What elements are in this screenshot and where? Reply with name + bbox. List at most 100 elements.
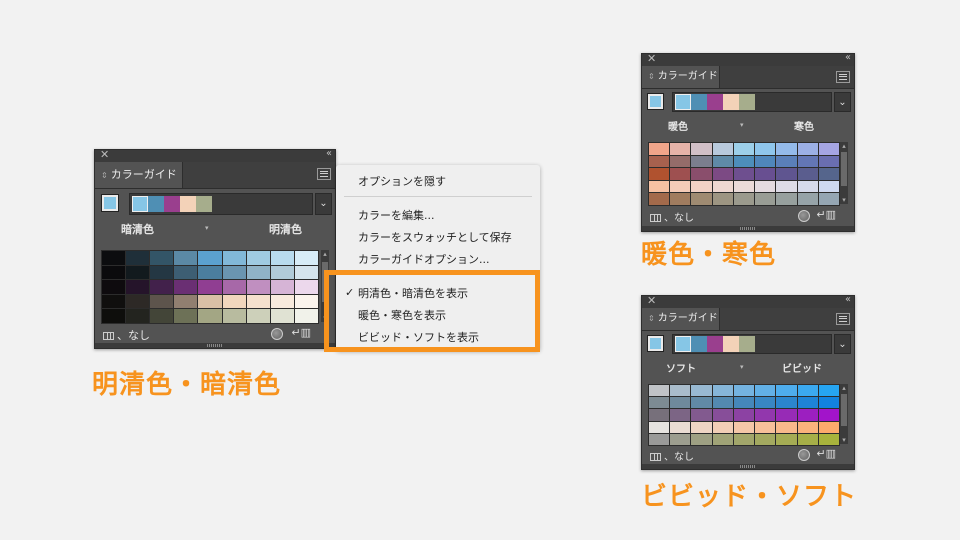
variation-swatch[interactable] xyxy=(102,251,126,265)
variation-swatch[interactable] xyxy=(797,180,818,193)
variation-swatch[interactable] xyxy=(755,155,776,168)
panel-menu-button[interactable] xyxy=(836,71,850,83)
variation-swatch[interactable] xyxy=(818,397,839,409)
variation-swatch[interactable] xyxy=(670,397,691,409)
variation-swatch[interactable] xyxy=(198,265,222,280)
resize-grip-icon[interactable] xyxy=(740,227,756,230)
close-icon[interactable]: ✕ xyxy=(647,294,656,307)
variation-swatch[interactable] xyxy=(222,280,246,294)
harmony-dropdown-button[interactable]: ⌄ xyxy=(834,334,851,354)
variation-swatch[interactable] xyxy=(150,309,174,323)
scroll-up-icon[interactable]: ▴ xyxy=(840,142,848,150)
variation-swatch[interactable] xyxy=(733,397,755,409)
menu-item-save-as-swatch[interactable]: カラーをスウォッチとして保存 xyxy=(358,229,512,245)
variation-swatch[interactable] xyxy=(670,180,691,193)
resize-grip-icon[interactable] xyxy=(207,344,223,347)
scrollbar[interactable]: ▴ ▾ xyxy=(840,142,848,204)
variation-swatch[interactable] xyxy=(294,294,318,309)
limit-none[interactable]: 、なし xyxy=(103,327,150,343)
variation-swatch[interactable] xyxy=(691,168,712,180)
apply-to-swatches-icon[interactable]: ↵▥ xyxy=(291,326,311,339)
menu-item-hide-options[interactable]: オプションを隠す xyxy=(358,173,446,189)
variation-swatch[interactable] xyxy=(797,421,818,433)
variation-swatch[interactable] xyxy=(670,409,691,421)
resize-grip-icon[interactable] xyxy=(740,465,756,468)
variation-swatch[interactable] xyxy=(649,143,670,155)
collapse-icon[interactable]: ‹‹ xyxy=(326,148,332,159)
harmony-dropdown-button[interactable]: ⌄ xyxy=(315,193,332,215)
variation-swatch[interactable] xyxy=(246,265,270,280)
variation-swatch[interactable] xyxy=(150,265,174,280)
variation-menu-icon[interactable]: ▾ xyxy=(740,363,744,371)
tab-color-guide[interactable]: ⇕ カラーガイド xyxy=(642,308,720,330)
variation-swatch[interactable] xyxy=(174,309,198,323)
variation-swatch[interactable] xyxy=(691,193,712,205)
variation-swatch[interactable] xyxy=(797,143,818,155)
variation-swatch[interactable] xyxy=(270,294,294,309)
variation-swatch[interactable] xyxy=(270,280,294,294)
variation-swatch[interactable] xyxy=(102,265,126,280)
variation-swatch[interactable] xyxy=(294,309,318,323)
variation-swatch[interactable] xyxy=(818,180,839,193)
variation-swatch[interactable] xyxy=(222,294,246,309)
variation-swatch[interactable] xyxy=(818,155,839,168)
variation-swatch[interactable] xyxy=(126,309,150,323)
variation-swatch[interactable] xyxy=(797,397,818,409)
variation-swatch[interactable] xyxy=(294,251,318,265)
variation-swatch[interactable] xyxy=(818,193,839,205)
variation-swatch[interactable] xyxy=(126,251,150,265)
variation-swatch[interactable] xyxy=(126,280,150,294)
variation-swatch[interactable] xyxy=(755,433,776,445)
scroll-down-icon[interactable]: ▾ xyxy=(840,196,848,204)
variation-swatch[interactable] xyxy=(649,433,670,445)
group-color-swatch[interactable] xyxy=(723,336,739,352)
limit-none[interactable]: 、なし xyxy=(650,209,694,224)
group-color-swatch[interactable] xyxy=(675,94,691,110)
variation-swatch[interactable] xyxy=(776,421,797,433)
variation-grid[interactable] xyxy=(648,384,840,446)
variation-swatch[interactable] xyxy=(733,180,755,193)
variation-swatch[interactable] xyxy=(797,433,818,445)
variation-swatch[interactable] xyxy=(733,433,755,445)
variation-swatch[interactable] xyxy=(670,433,691,445)
variation-swatch[interactable] xyxy=(818,409,839,421)
variation-swatch[interactable] xyxy=(150,280,174,294)
variation-swatch[interactable] xyxy=(776,397,797,409)
panel-titlebar[interactable]: ✕ ‹‹ xyxy=(642,52,854,66)
variation-swatch[interactable] xyxy=(755,421,776,433)
variation-swatch[interactable] xyxy=(649,421,670,433)
variation-swatch[interactable] xyxy=(776,433,797,445)
close-icon[interactable]: ✕ xyxy=(100,148,109,161)
variation-swatch[interactable] xyxy=(776,409,797,421)
variation-swatch[interactable] xyxy=(755,397,776,409)
variation-menu-icon[interactable]: ▾ xyxy=(740,121,744,129)
menu-item-edit-colors[interactable]: カラーを編集... xyxy=(358,207,435,223)
edit-colors-icon[interactable] xyxy=(271,328,283,340)
variation-swatch[interactable] xyxy=(649,193,670,205)
variation-swatch[interactable] xyxy=(712,397,733,409)
variation-swatch[interactable] xyxy=(755,180,776,193)
edit-colors-icon[interactable] xyxy=(798,449,810,461)
group-color-swatch[interactable] xyxy=(196,196,212,212)
group-color-swatch[interactable] xyxy=(739,94,755,110)
apply-to-swatches-icon[interactable]: ↵▥ xyxy=(816,208,836,221)
base-color-swatch[interactable] xyxy=(101,194,119,212)
variation-swatch[interactable] xyxy=(776,193,797,205)
group-color-swatch[interactable] xyxy=(691,336,707,352)
variation-swatch[interactable] xyxy=(733,168,755,180)
variation-swatch[interactable] xyxy=(712,180,733,193)
variation-swatch[interactable] xyxy=(294,265,318,280)
variation-swatch[interactable] xyxy=(797,168,818,180)
variation-swatch[interactable] xyxy=(102,280,126,294)
variation-swatch[interactable] xyxy=(198,280,222,294)
panel-titlebar[interactable]: ✕ ‹‹ xyxy=(95,148,335,162)
base-color-swatch[interactable] xyxy=(647,335,664,352)
variation-swatch[interactable] xyxy=(776,155,797,168)
variation-swatch[interactable] xyxy=(797,193,818,205)
variation-menu-icon[interactable]: ▾ xyxy=(205,224,209,232)
variation-swatch[interactable] xyxy=(126,265,150,280)
variation-swatch[interactable] xyxy=(818,433,839,445)
group-color-swatch[interactable] xyxy=(164,196,180,212)
tab-color-guide[interactable]: ⇕ カラーガイド xyxy=(642,66,720,88)
variation-swatch[interactable] xyxy=(126,294,150,309)
